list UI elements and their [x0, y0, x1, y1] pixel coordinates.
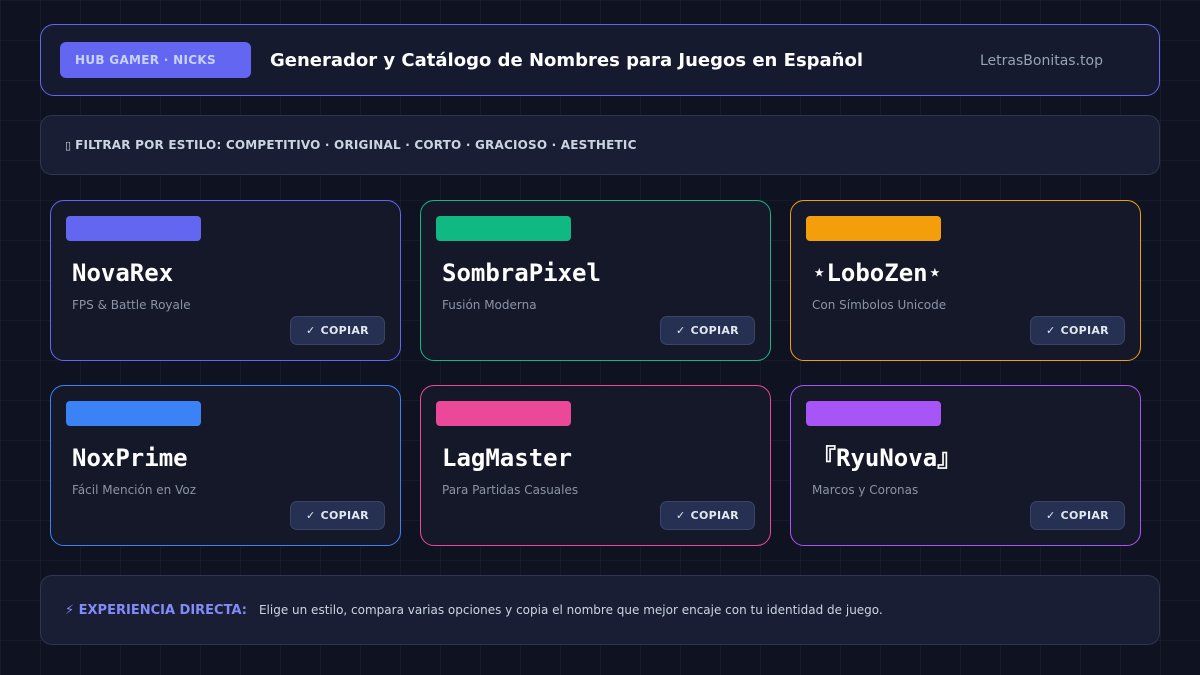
nick-subtitle: Fusión Moderna: [442, 298, 537, 312]
footer-bar: ⚡ EXPERIENCIA DIRECTA: Elige un estilo, …: [40, 575, 1160, 645]
nick-name: LagMaster: [442, 444, 573, 472]
nick-name: NovaRex: [72, 259, 174, 287]
check-icon: ✓: [1046, 509, 1056, 522]
footer-lead: ⚡ EXPERIENCIA DIRECTA:: [65, 602, 247, 618]
copy-label: COPIAR: [690, 324, 739, 337]
copy-button[interactable]: ✓ COPIAR: [660, 501, 755, 530]
card-tag: [436, 216, 571, 241]
nick-name: SombraPixel: [442, 259, 601, 287]
copy-button[interactable]: ✓ COPIAR: [1030, 501, 1125, 530]
card-tag: [66, 401, 201, 426]
check-icon: ✓: [1046, 324, 1056, 337]
nick-subtitle: FPS & Battle Royale: [72, 298, 191, 312]
copy-button[interactable]: ✓ COPIAR: [1030, 316, 1125, 345]
nick-subtitle: Fácil Mención en Voz: [72, 483, 196, 497]
nick-card: NovaRex FPS & Battle Royale ✓ COPIAR: [50, 200, 401, 361]
page-title: Generador y Catálogo de Nombres para Jue…: [270, 50, 864, 71]
check-icon: ✓: [306, 509, 316, 522]
nick-card: NoxPrime Fácil Mención en Voz ✓ COPIAR: [50, 385, 401, 546]
copy-button[interactable]: ✓ COPIAR: [290, 316, 385, 345]
filter-bar: ▯ FILTRAR POR ESTILO: COMPETITIVO · ORIG…: [40, 115, 1160, 175]
check-icon: ✓: [676, 324, 686, 337]
check-icon: ✓: [676, 509, 686, 522]
nick-subtitle: Con Símbolos Unicode: [812, 298, 947, 312]
filter-text[interactable]: FILTRAR POR ESTILO: COMPETITIVO · ORIGIN…: [75, 138, 637, 152]
nick-subtitle: Marcos y Coronas: [812, 483, 919, 497]
nick-name: ⋆LoboZen⋆: [812, 259, 943, 287]
copy-label: COPIAR: [1060, 509, 1109, 522]
check-icon: ✓: [306, 324, 316, 337]
nick-name: NoxPrime: [72, 444, 188, 472]
copy-label: COPIAR: [690, 509, 739, 522]
nick-subtitle: Para Partidas Casuales: [442, 483, 579, 497]
copy-label: COPIAR: [320, 509, 369, 522]
card-tag: [436, 401, 571, 426]
nick-card: LagMaster Para Partidas Casuales ✓ COPIAR: [420, 385, 771, 546]
card-tag: [66, 216, 201, 241]
copy-label: COPIAR: [320, 324, 369, 337]
card-tag: [806, 401, 941, 426]
nick-card: ⋆LoboZen⋆ Con Símbolos Unicode ✓ COPIAR: [790, 200, 1141, 361]
footer-message: Elige un estilo, compara varias opciones…: [258, 603, 883, 617]
brand-badge: HUB GAMER · NICKS: [60, 42, 251, 78]
filter-icon: ▯: [65, 138, 72, 152]
copy-button[interactable]: ✓ COPIAR: [290, 501, 385, 530]
nick-name: 『RyuNova』: [812, 444, 962, 472]
nick-card: SombraPixel Fusión Moderna ✓ COPIAR: [420, 200, 771, 361]
card-tag: [806, 216, 941, 241]
nick-card: 『RyuNova』 Marcos y Coronas ✓ COPIAR: [790, 385, 1141, 546]
site-link[interactable]: LetrasBonitas.top: [980, 51, 1103, 71]
header-bar: HUB GAMER · NICKS Generador y Catálogo d…: [40, 24, 1160, 96]
copy-label: COPIAR: [1060, 324, 1109, 337]
copy-button[interactable]: ✓ COPIAR: [660, 316, 755, 345]
